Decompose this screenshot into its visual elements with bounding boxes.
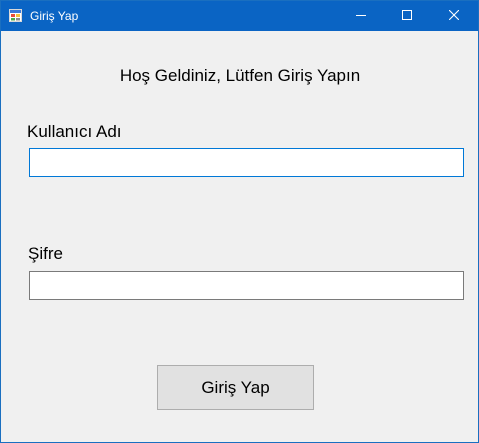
app-form-icon bbox=[9, 9, 22, 22]
title-bar[interactable]: Giriş Yap bbox=[1, 1, 478, 31]
welcome-heading: Hoş Geldiniz, Lütfen Giriş Yapın bbox=[119, 66, 361, 85]
username-field[interactable] bbox=[29, 148, 464, 177]
minimize-button[interactable] bbox=[338, 1, 384, 31]
minimize-icon bbox=[356, 7, 366, 25]
login-window: Giriş Yap Hoş Geldiniz, Lütfen Giriş Yap… bbox=[0, 0, 479, 443]
username-label: Kullanıcı Adı bbox=[27, 122, 122, 141]
close-button[interactable] bbox=[430, 1, 478, 31]
maximize-button[interactable] bbox=[384, 1, 430, 31]
login-button[interactable]: Giriş Yap bbox=[157, 365, 314, 410]
password-label: Şifre bbox=[28, 244, 63, 263]
maximize-icon bbox=[402, 7, 412, 25]
password-field[interactable] bbox=[29, 271, 464, 300]
close-icon bbox=[448, 7, 460, 25]
window-title: Giriş Yap bbox=[30, 9, 79, 23]
